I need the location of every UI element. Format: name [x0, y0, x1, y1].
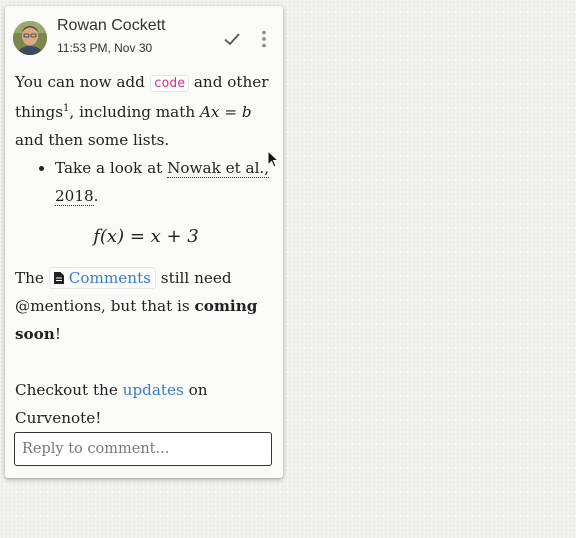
reply-input[interactable] — [14, 432, 272, 466]
inline-code: code — [149, 75, 190, 92]
updates-link[interactable]: updates — [123, 381, 184, 399]
comment-body: You can now add code and other things1, … — [15, 68, 277, 432]
document-icon — [53, 272, 64, 284]
document-link[interactable]: Comments — [48, 267, 156, 289]
user-photo-icon — [13, 21, 47, 55]
comment-card: Rowan Cockett 11:53 PM, Nov 30 You can n… — [5, 6, 283, 478]
inline-math: Ax = b — [199, 103, 252, 121]
check-icon[interactable] — [222, 29, 242, 49]
paragraph-intro: You can now add code and other things1, … — [15, 73, 269, 149]
comment-timestamp: 11:53 PM, Nov 30 — [57, 41, 153, 55]
bullet-list: Take a look at Nowak et al., 2018. — [15, 154, 277, 210]
list-item: Take a look at Nowak et al., 2018. — [55, 154, 277, 210]
paragraph-updates: Checkout the updates on Curvenote! — [15, 381, 208, 427]
avatar — [13, 21, 47, 55]
block-equation: f(x) = x + 3 — [93, 226, 199, 247]
comment-header: Rowan Cockett 11:53 PM, Nov 30 — [5, 6, 283, 64]
author-name: Rowan Cockett — [57, 17, 166, 34]
paragraph-mentions: The Comments still need @mentions, but t… — [15, 267, 258, 343]
more-vert-icon[interactable] — [259, 29, 269, 49]
mouse-cursor-icon — [267, 149, 280, 170]
